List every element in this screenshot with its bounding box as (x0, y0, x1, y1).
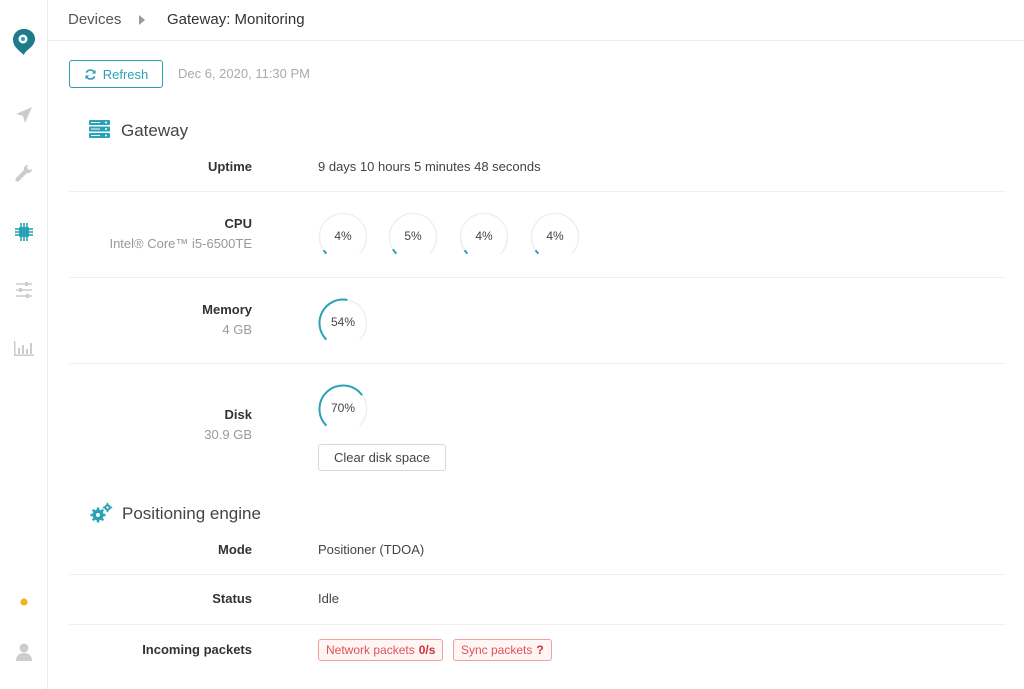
network-packets-value: 0/s (418, 643, 436, 657)
cpu-core-gauge: 4% (459, 212, 509, 258)
status-value: Idle (318, 591, 339, 606)
last-updated-timestamp: Dec 6, 2020, 11:30 PM (178, 66, 311, 81)
cpu-core-gauge: 5% (388, 212, 438, 258)
disk-gauge: 70% (318, 384, 368, 430)
sync-packets-label: Sync packets (461, 643, 533, 657)
chip-icon[interactable] (12, 220, 36, 244)
incoming-packets-label: Incoming packets (142, 642, 252, 657)
mode-value: Positioner (TDOA) (318, 542, 425, 557)
gauge-progress (392, 248, 398, 255)
gauge-value: 70% (330, 401, 356, 415)
gauge-value: 4% (334, 229, 352, 243)
breadcrumb: Devices Gateway: Monitoring (48, 0, 1024, 41)
divider (69, 363, 1006, 364)
logo-pin-icon[interactable] (12, 29, 36, 55)
clear-disk-space-button[interactable]: Clear disk space (318, 444, 446, 471)
memory-gauge: 54% (318, 298, 368, 344)
status-dot (12, 590, 36, 614)
uptime-label: Uptime (207, 159, 252, 174)
divider (69, 574, 1006, 575)
sync-packets-badge: Sync packets ? (453, 639, 552, 661)
gauge-progress (322, 249, 328, 255)
status-label: Status (212, 591, 252, 606)
gauge-value: 4% (546, 229, 564, 243)
refresh-button[interactable]: Refresh (69, 60, 163, 88)
bar-chart-icon[interactable] (12, 336, 36, 360)
cpu-label: CPU (224, 216, 252, 231)
refresh-label: Refresh (102, 66, 149, 82)
chevron-right-icon (139, 13, 145, 28)
sliders-icon[interactable] (12, 278, 36, 302)
refresh-icon (85, 68, 96, 80)
sidebar (0, 0, 48, 689)
cpu-core-gauge: 4% (318, 212, 368, 258)
gauge-progress (534, 249, 540, 255)
server-icon (89, 120, 110, 141)
positioning-section-title: Positioning engine (122, 504, 261, 523)
send-icon[interactable] (12, 103, 36, 127)
disk-label: Disk (224, 407, 252, 422)
uptime-value: 9 days 10 hours 5 minutes 48 seconds (318, 159, 541, 174)
gateway-section-title: Gateway (121, 121, 189, 140)
gauge-progress (463, 249, 469, 255)
gears-icon (89, 502, 113, 527)
wrench-icon[interactable] (12, 161, 36, 185)
mode-label: Mode (218, 542, 252, 557)
gauge-value: 5% (404, 229, 422, 243)
memory-label: Memory (202, 302, 252, 317)
memory-size: 4 GB (222, 322, 252, 337)
cpu-model: Intel® Core™ i5-6500TE (109, 236, 252, 251)
gauge-value: 54% (330, 315, 356, 329)
network-packets-badge: Network packets 0/s (318, 639, 444, 661)
network-packets-label: Network packets (326, 643, 415, 657)
breadcrumb-devices-link[interactable]: Devices (68, 11, 121, 28)
divider (69, 624, 1006, 625)
cpu-core-gauge: 4% (530, 212, 580, 258)
gauge-value: 4% (475, 229, 493, 243)
page-title: Gateway: Monitoring (167, 11, 305, 28)
sync-packets-value: ? (536, 643, 544, 657)
divider (69, 191, 1006, 192)
disk-size: 30.9 GB (204, 427, 252, 442)
divider (69, 277, 1006, 278)
user-icon[interactable] (12, 640, 36, 664)
